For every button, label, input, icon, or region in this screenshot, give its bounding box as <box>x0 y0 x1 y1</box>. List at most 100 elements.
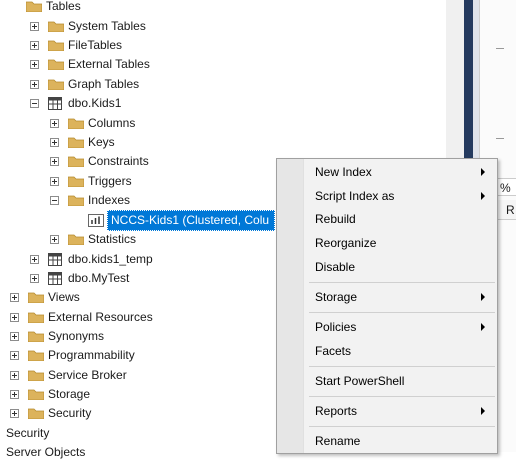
folder-icon <box>68 233 84 245</box>
menu-item-rename[interactable]: Rename <box>315 430 360 452</box>
ruler-tick <box>496 48 504 49</box>
context-menu: New Index Script Index as Rebuild Reorga… <box>276 158 498 454</box>
expand-icon[interactable] <box>10 371 19 380</box>
menu-item-policies[interactable]: Policies <box>315 316 356 338</box>
tree-label: Synonyms <box>48 329 105 343</box>
folder-icon <box>28 407 44 419</box>
table-icon <box>48 272 62 285</box>
tree-label: Tables <box>46 0 81 13</box>
menu-item-storage[interactable]: Storage <box>315 286 357 308</box>
menu-item-rebuild[interactable]: Rebuild <box>315 208 356 230</box>
menu-item-label: Rebuild <box>315 212 356 226</box>
submenu-arrow-icon <box>481 293 485 301</box>
expand-icon[interactable] <box>10 313 19 322</box>
menu-item-facets[interactable]: Facets <box>315 340 351 362</box>
menu-item-start-powershell[interactable]: Start PowerShell <box>315 370 404 392</box>
menu-separator <box>309 312 495 313</box>
tree-label: FileTables <box>68 38 123 52</box>
menu-item-disable[interactable]: Disable <box>315 256 355 278</box>
collapse-icon[interactable] <box>50 196 59 205</box>
tree-label: System Tables <box>68 19 146 33</box>
expand-icon[interactable] <box>50 119 59 128</box>
folder-icon <box>28 388 44 400</box>
folder-icon <box>28 291 44 303</box>
folder-icon <box>68 175 84 187</box>
expand-icon[interactable] <box>30 80 39 89</box>
tree-label: Statistics <box>88 232 137 246</box>
tree-label: Views <box>48 290 80 304</box>
expand-icon[interactable] <box>30 60 39 69</box>
expand-icon[interactable] <box>50 157 59 166</box>
folder-icon <box>68 155 84 167</box>
expand-icon[interactable] <box>30 255 39 264</box>
ruler-tick <box>496 138 504 139</box>
menu-item-label: New Index <box>315 165 372 179</box>
tree-label: Security <box>6 426 50 440</box>
table-icon <box>48 97 62 110</box>
expand-icon[interactable] <box>30 41 39 50</box>
expand-icon[interactable] <box>10 409 19 418</box>
tree-label: Graph Tables <box>68 77 140 91</box>
tree-label: Storage <box>48 387 91 401</box>
tree-label: Service Broker <box>48 368 127 382</box>
tree-label: dbo.MyTest <box>68 271 130 285</box>
menu-separator <box>309 426 495 427</box>
tree-label-selected: NCCS-Kids1 (Clustered, Colu <box>107 210 275 231</box>
menu-item-label: Disable <box>315 260 356 274</box>
menu-icon-strip <box>277 159 304 453</box>
folder-icon <box>68 136 84 148</box>
menu-item-label: Rename <box>315 434 361 448</box>
submenu-arrow-icon <box>481 168 485 176</box>
folder-icon <box>28 349 44 361</box>
menu-item-label: Facets <box>315 344 352 358</box>
expand-icon[interactable] <box>10 293 19 302</box>
tree-label: Programmability <box>48 348 135 362</box>
folder-icon <box>48 39 64 51</box>
table-icon <box>48 253 62 266</box>
expand-icon[interactable] <box>10 332 19 341</box>
folder-icon <box>48 58 64 70</box>
expand-icon[interactable] <box>50 138 59 147</box>
folder-icon <box>68 194 84 206</box>
tree-label: Keys <box>88 135 115 149</box>
tree-label: Triggers <box>88 174 132 188</box>
menu-item-label: Script Index as <box>315 189 395 203</box>
expand-icon[interactable] <box>10 390 19 399</box>
menu-item-label: Reports <box>315 404 358 418</box>
expand-icon[interactable] <box>50 235 59 244</box>
tree-label: Security <box>48 406 92 420</box>
zoom-percent-label: % <box>500 181 511 195</box>
tree-label: External Resources <box>48 310 153 324</box>
tree-label: Indexes <box>88 193 131 207</box>
expand-icon[interactable] <box>30 274 39 283</box>
tree-label: dbo.kids1_temp <box>68 252 153 266</box>
menu-item-script-index-as[interactable]: Script Index as <box>315 185 394 207</box>
folder-icon <box>48 78 64 90</box>
tree-label: Server Objects <box>6 445 86 459</box>
expand-icon[interactable] <box>10 351 19 360</box>
submenu-arrow-icon <box>481 192 485 200</box>
folder-icon <box>26 0 42 12</box>
submenu-arrow-icon <box>481 323 485 331</box>
expand-icon[interactable] <box>50 177 59 186</box>
index-icon <box>88 214 104 227</box>
collapse-icon[interactable] <box>30 99 39 108</box>
scrollbar-thumb[interactable] <box>464 0 473 160</box>
tree-label: Constraints <box>88 154 149 168</box>
results-tab-label: R <box>506 203 515 217</box>
folder-icon <box>68 117 84 129</box>
folder-icon <box>28 330 44 342</box>
menu-item-label: Reorganize <box>315 236 377 250</box>
tree-label: Columns <box>88 116 136 130</box>
expand-icon[interactable] <box>30 22 39 31</box>
menu-item-new-index[interactable]: New Index <box>315 161 372 183</box>
folder-icon <box>28 369 44 381</box>
menu-item-reports[interactable]: Reports <box>315 400 357 422</box>
menu-separator <box>309 396 495 397</box>
menu-item-reorganize[interactable]: Reorganize <box>315 232 376 254</box>
tree-label: dbo.Kids1 <box>68 96 122 110</box>
submenu-arrow-icon <box>481 407 485 415</box>
folder-icon <box>48 20 64 32</box>
menu-separator <box>309 366 495 367</box>
tree-label: External Tables <box>68 57 150 71</box>
